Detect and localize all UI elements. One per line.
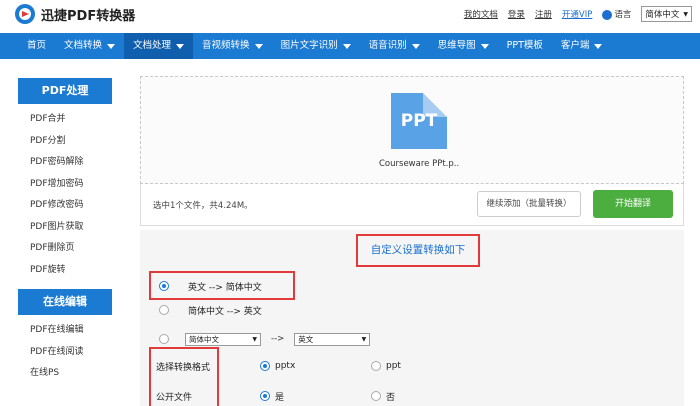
language-select[interactable]: 简体中文 ▼	[641, 6, 692, 22]
sidebar-item-pdf-unlock[interactable]: PDF密码解除	[30, 152, 112, 174]
language-label: 语言	[602, 8, 631, 20]
sidebar-header-online-edit: 在线编辑	[18, 289, 112, 315]
chevron-down-icon: ▼	[361, 335, 367, 343]
brand-name: 迅捷PDF转换器	[41, 9, 136, 24]
sidebar-item-pdf-change-password[interactable]: PDF修改密码	[30, 195, 112, 217]
nav-mindmap[interactable]: 思维导图	[429, 33, 498, 59]
radio-pptx[interactable]	[260, 361, 270, 371]
sidebar-item-pdf-online-edit[interactable]: PDF在线编辑	[30, 320, 112, 342]
globe-icon	[602, 9, 613, 20]
settings-title: 自定义设置转换如下	[356, 234, 480, 267]
sidebar-list-pdf: PDF合并 PDF分割 PDF密码解除 PDF增加密码 PDF修改密码 PDF图…	[18, 104, 112, 281]
nav-client[interactable]: 客户端	[552, 33, 612, 59]
sidebar-item-pdf-online-read[interactable]: PDF在线阅读	[30, 342, 112, 364]
nav-av-convert[interactable]: 音视频转换	[193, 33, 272, 59]
top-header: 迅捷PDF转换器 我的文档 登录 注册 开通VIP 语言 简体中文 ▼	[0, 0, 700, 28]
radio-en-to-zh[interactable]	[159, 281, 169, 291]
radio-custom[interactable]	[159, 334, 169, 344]
dropdown-arrow-icon	[107, 43, 116, 49]
dropdown-arrow-icon	[480, 43, 489, 49]
chevron-down-icon: ▼	[252, 335, 257, 343]
add-more-button[interactable]: 继续添加（批量转换）	[477, 191, 581, 217]
option-zh-to-en[interactable]: 简体中文 --> 英文	[140, 299, 684, 321]
sidebar-list-online-edit: PDF在线编辑 PDF在线阅读 在线PS	[18, 315, 112, 385]
option-custom[interactable]: 简体中文 ▼ --> 英文 ▼	[140, 328, 684, 350]
sidebar-item-pdf-delete-page[interactable]: PDF删除页	[30, 238, 112, 260]
nav-doc-process[interactable]: 文档处理	[124, 33, 194, 59]
format-label: 选择转换格式	[156, 362, 211, 373]
nav-ocr[interactable]: 图片文字识别	[272, 33, 360, 59]
nav-doc-convert[interactable]: 文档转换	[55, 33, 124, 59]
register-link[interactable]: 注册	[535, 8, 552, 20]
option-en-to-zh[interactable]: 英文 --> 简体中文	[140, 275, 684, 297]
file-info: 选中1个文件，共4.24M。	[153, 201, 253, 211]
source-language-select[interactable]: 简体中文 ▼	[185, 332, 261, 346]
sidebar-item-pdf-extract-images[interactable]: PDF图片获取	[30, 217, 112, 239]
chevron-down-icon: ▼	[683, 10, 688, 18]
dropdown-arrow-icon	[594, 43, 603, 49]
nav-speech[interactable]: 语音识别	[360, 33, 429, 59]
target-language-select[interactable]: 英文 ▼	[294, 332, 371, 346]
nav-home[interactable]: 首页	[18, 33, 55, 59]
public-row: 公开文件 是 否	[140, 385, 684, 406]
public-label: 公开文件	[156, 392, 193, 403]
radio-public-no[interactable]	[371, 391, 381, 401]
dropdown-arrow-icon	[176, 43, 185, 49]
sidebar-item-pdf-add-password[interactable]: PDF增加密码	[30, 174, 112, 196]
upload-action-bar: 选中1个文件，共4.24M。 继续添加（批量转换） 开始翻译	[140, 184, 684, 226]
dropdown-arrow-icon	[411, 43, 420, 49]
dropdown-arrow-icon	[342, 43, 351, 49]
file-name: Courseware PPt.p...	[379, 159, 459, 169]
nav-ppt-template[interactable]: PPT模板	[498, 33, 552, 59]
sidebar-item-online-ps[interactable]: 在线PS	[30, 363, 112, 385]
sidebar: PDF处理 PDF合并 PDF分割 PDF密码解除 PDF增加密码 PDF修改密…	[18, 78, 112, 385]
logo-icon	[15, 4, 35, 24]
main-nav: 首页 文档转换 文档处理 音视频转换 图片文字识别 语音识别 思维导图 PPT模…	[0, 33, 700, 59]
radio-public-yes[interactable]	[260, 391, 270, 401]
start-translate-button[interactable]: 开始翻译	[593, 190, 673, 218]
login-link[interactable]: 登录	[508, 8, 525, 20]
sidebar-item-pdf-merge[interactable]: PDF合并	[30, 109, 112, 131]
settings-panel: 自定义设置转换如下 英文 --> 简体中文 简体中文 --> 英文 简体中文 ▼ …	[140, 230, 684, 406]
top-links: 我的文档 登录 注册 开通VIP 语言 简体中文 ▼	[464, 6, 692, 22]
sidebar-header-pdf: PDF处理	[18, 78, 112, 104]
sidebar-item-pdf-rotate[interactable]: PDF旋转	[30, 260, 112, 282]
sidebar-item-pdf-split[interactable]: PDF分割	[30, 131, 112, 153]
ppt-file-icon: PPT	[391, 93, 447, 149]
dropdown-arrow-icon	[254, 43, 263, 49]
format-row: 选择转换格式 pptx ppt	[156, 361, 401, 373]
vip-link[interactable]: 开通VIP	[562, 8, 592, 20]
file-drop-area[interactable]: PPT Courseware PPt.p...	[140, 76, 684, 184]
radio-zh-to-en[interactable]	[159, 305, 169, 315]
my-documents-link[interactable]: 我的文档	[464, 8, 498, 20]
radio-ppt[interactable]	[371, 361, 381, 371]
